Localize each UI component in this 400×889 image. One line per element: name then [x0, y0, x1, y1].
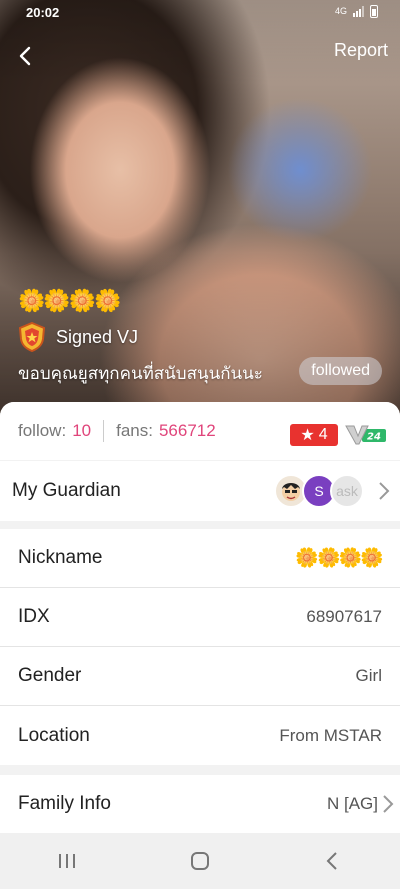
level-badge: ★ 4 — [290, 424, 338, 446]
nickname-value: 🌼🌼🌼🌼 — [295, 548, 384, 569]
vip-v-icon: 24 — [345, 425, 386, 445]
recent-apps-icon — [58, 854, 75, 868]
status-time: 20:02 — [26, 5, 60, 20]
family-info-row[interactable]: Family Info N [AG] — [0, 775, 400, 833]
recent-apps-button[interactable] — [47, 841, 87, 881]
cartoon-avatar-icon — [282, 483, 300, 501]
idx-value: 68907617 — [306, 607, 382, 626]
home-icon — [190, 852, 209, 870]
network-type: 4G — [334, 6, 347, 16]
home-button[interactable] — [180, 841, 220, 881]
vip-badge: 24 — [344, 424, 388, 446]
gender-row: Gender Girl — [0, 647, 400, 706]
family-info-value: N [AG] — [326, 794, 378, 813]
vip-level: 24 — [367, 432, 381, 443]
fans-count[interactable]: 566712 — [159, 421, 216, 441]
status-icons: 4G — [335, 5, 378, 18]
guardian-avatar[interactable]: ask — [330, 474, 364, 508]
chevron-left-icon — [19, 46, 31, 66]
back-button[interactable] — [12, 42, 40, 70]
back-nav-button[interactable] — [313, 841, 353, 881]
idx-row: IDX 68907617 — [0, 588, 400, 647]
shield-badge-icon — [18, 322, 46, 352]
location-value: From MSTAR — [279, 725, 382, 745]
chevron-right-icon — [379, 482, 390, 500]
profile-card: follow: 10 fans: 566712 ★ 4 24 My Guardi… — [0, 402, 400, 889]
gender-label: Gender — [18, 665, 82, 686]
info-list: Nickname 🌼🌼🌼🌼 IDX 68907617 Gender Girl L… — [0, 529, 400, 765]
flower-decoration: 🌼🌼🌼🌼 — [18, 288, 122, 313]
stat-divider — [103, 420, 105, 442]
follow-count[interactable]: 10 — [72, 421, 91, 441]
status-bar: 20:02 4G — [0, 0, 400, 26]
signal-icon — [353, 6, 364, 17]
nickname-label: Nickname — [18, 547, 103, 568]
followed-button[interactable]: followed — [299, 357, 382, 385]
level-value: 4 — [318, 426, 328, 443]
follow-label[interactable]: follow: — [18, 421, 66, 441]
chevron-right-icon — [383, 795, 394, 813]
nickname-row: Nickname 🌼🌼🌼🌼 — [0, 529, 400, 588]
back-icon — [326, 852, 338, 870]
star-icon: ★ — [300, 427, 315, 444]
fans-label[interactable]: fans: — [116, 421, 153, 441]
guardian-label: My Guardian — [12, 480, 121, 501]
profile-bio: ขอบคุณยูสทุกคนที่สนับสนุนกันนะ — [18, 364, 263, 383]
battery-icon — [370, 5, 378, 18]
guardian-avatars: S ask — [274, 474, 364, 508]
family-info-label: Family Info — [18, 793, 111, 814]
signed-vj-label: Signed VJ — [56, 326, 139, 347]
gender-value: Girl — [355, 666, 382, 685]
location-row: Location From MSTAR — [0, 706, 400, 765]
my-guardian-row[interactable]: My Guardian S ask — [0, 461, 400, 521]
signed-vj-row: Signed VJ — [18, 322, 138, 352]
location-label: Location — [18, 724, 90, 746]
report-button[interactable]: Report — [334, 40, 388, 61]
idx-label: IDX — [18, 606, 50, 627]
system-nav-bar — [0, 833, 400, 889]
stats-row: follow: 10 fans: 566712 ★ 4 24 — [0, 402, 400, 460]
